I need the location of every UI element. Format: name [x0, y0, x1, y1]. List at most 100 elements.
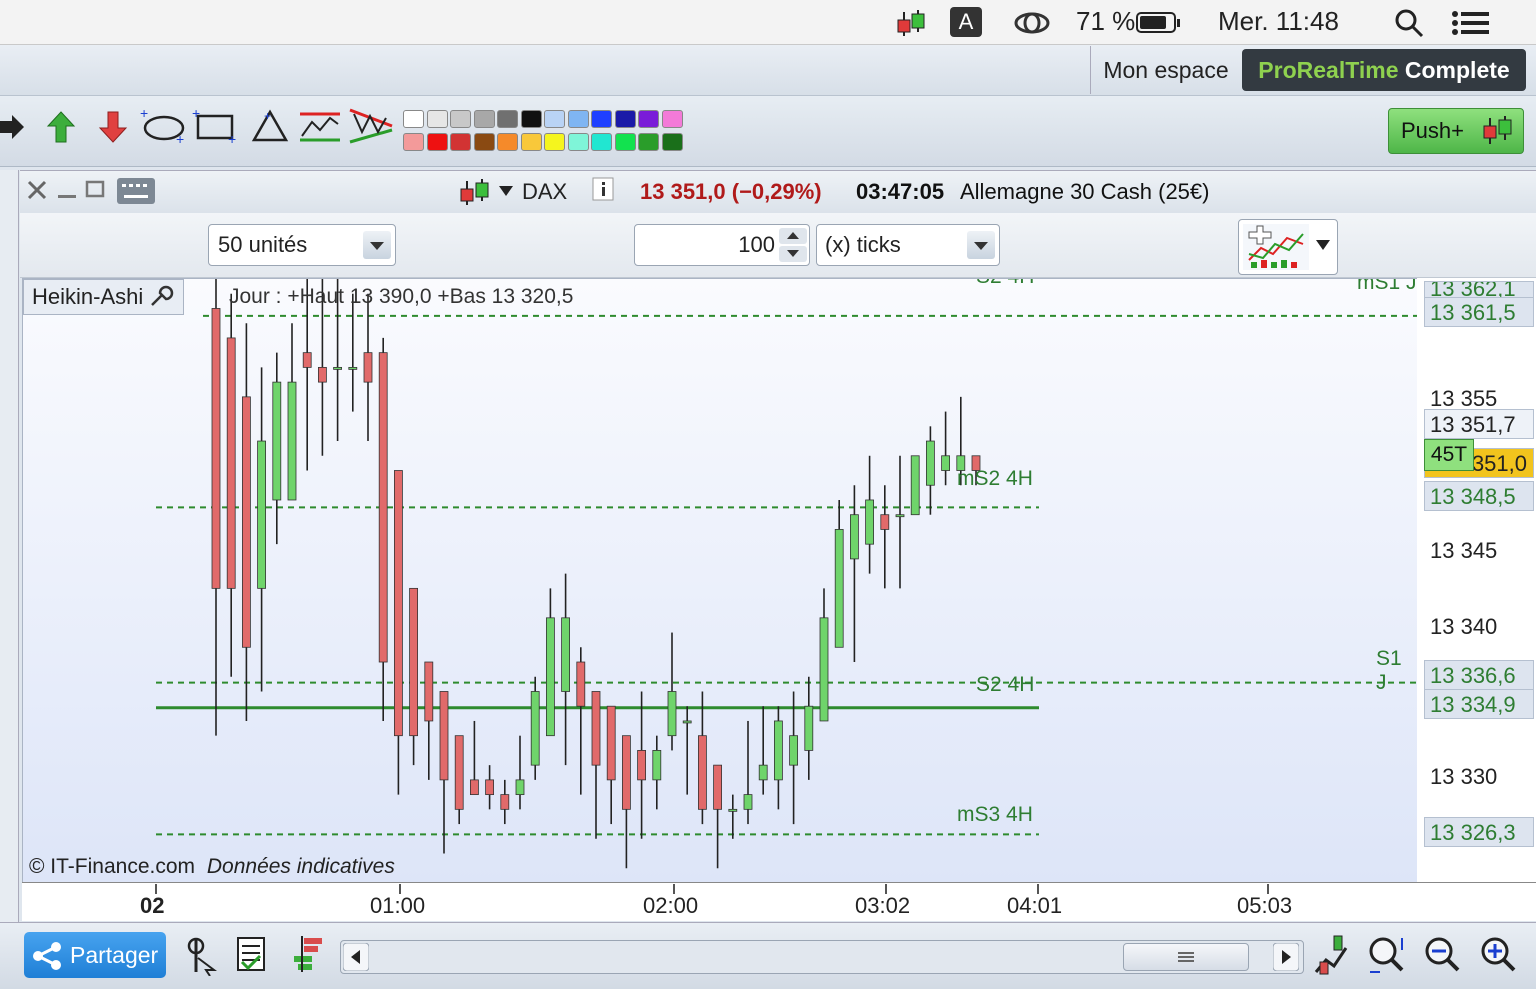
- brand-badge: ProRealTime Complete: [1242, 49, 1526, 91]
- search-icon[interactable]: [1394, 8, 1424, 38]
- orders-list-icon[interactable]: [236, 936, 266, 972]
- drawing-tools-icon[interactable]: [1314, 934, 1348, 976]
- order-book-icon[interactable]: [290, 936, 326, 972]
- price-chart[interactable]: Heikin-Ashi Jour : +Haut 13 390,0 +Bas 1…: [22, 278, 1418, 884]
- arrow-right-icon[interactable]: [0, 112, 26, 142]
- color-swatch[interactable]: [426, 133, 448, 151]
- color-swatch[interactable]: [497, 110, 518, 128]
- channel-tool-icon[interactable]: [298, 108, 342, 146]
- ticks-select[interactable]: (x) ticks: [816, 224, 1000, 266]
- sync-icon[interactable]: [1012, 9, 1052, 37]
- triangle-tool-icon[interactable]: +: [250, 108, 290, 146]
- color-swatch[interactable]: [450, 133, 471, 151]
- color-swatch[interactable]: [473, 133, 495, 151]
- input-source-icon[interactable]: A: [950, 7, 982, 37]
- color-swatch[interactable]: [544, 110, 565, 128]
- candle: [378, 337, 388, 721]
- candle: [895, 455, 905, 589]
- time-tick: 02: [140, 893, 165, 918]
- candle: [804, 676, 814, 780]
- candlestick-plot[interactable]: [23, 279, 1417, 883]
- color-swatch[interactable]: [567, 110, 589, 128]
- color-swatch[interactable]: [591, 110, 612, 128]
- share-label: Partager: [70, 942, 159, 968]
- close-icon[interactable]: [26, 179, 48, 201]
- menu-icon[interactable]: [1452, 10, 1490, 36]
- candle: [941, 411, 950, 486]
- color-swatch[interactable]: [661, 133, 683, 151]
- color-swatch[interactable]: [638, 133, 659, 151]
- maximize-icon[interactable]: [84, 179, 106, 201]
- color-swatch[interactable]: [520, 133, 542, 151]
- svg-text:+: +: [228, 131, 236, 146]
- time-tick: 03:02: [855, 893, 911, 918]
- wrench-icon[interactable]: [149, 284, 175, 308]
- time-axis[interactable]: [22, 882, 1536, 921]
- candle: [606, 705, 616, 825]
- color-swatch[interactable]: [661, 110, 683, 128]
- price-axis[interactable]: [1417, 278, 1536, 882]
- buy-arrow-icon[interactable]: [46, 110, 76, 144]
- menubar-clock[interactable]: Mer. 11:48: [1218, 6, 1339, 37]
- color-swatch[interactable]: [403, 110, 424, 128]
- level-label-s1: S1 J: [1376, 647, 1402, 694]
- candle: [819, 588, 829, 722]
- candle: [667, 632, 677, 751]
- units-select[interactable]: 50 unités: [208, 224, 396, 266]
- candle: [469, 720, 479, 796]
- ellipse-tool-icon[interactable]: ++: [140, 108, 188, 146]
- svg-text:+: +: [140, 108, 148, 121]
- candle: [850, 485, 859, 663]
- color-swatch[interactable]: [450, 110, 471, 128]
- scroll-thumb[interactable]: [1123, 943, 1249, 971]
- color-swatch[interactable]: [614, 110, 636, 128]
- count-stepper[interactable]: 100: [634, 224, 810, 266]
- color-swatch[interactable]: [403, 133, 424, 151]
- horizontal-scrollbar[interactable]: [340, 940, 1304, 974]
- candle: [530, 676, 540, 780]
- sell-arrow-icon[interactable]: [98, 110, 128, 144]
- minimize-icon[interactable]: [56, 179, 78, 201]
- instrument-candle-icon[interactable]: [458, 177, 494, 207]
- candlestick-app-icon[interactable]: [895, 8, 927, 38]
- color-swatch[interactable]: [567, 133, 589, 151]
- ticks-value: (x) ticks: [825, 232, 901, 257]
- chart-style-tag[interactable]: Heikin-Ashi: [23, 279, 185, 315]
- scroll-left-icon[interactable]: [343, 943, 369, 971]
- rectangle-tool-icon[interactable]: ++: [192, 108, 240, 146]
- color-swatch[interactable]: [638, 110, 659, 128]
- color-swatch[interactable]: [614, 133, 636, 151]
- svg-text:+: +: [176, 131, 184, 146]
- fan-tool-icon[interactable]: [348, 106, 394, 146]
- zoom-out-icon[interactable]: [1422, 934, 1462, 976]
- zoom-in-icon[interactable]: [1478, 934, 1518, 976]
- candle: [637, 691, 646, 839]
- scroll-right-icon[interactable]: [1273, 943, 1299, 971]
- stepper-arrows-icon[interactable]: [779, 228, 807, 262]
- color-swatch[interactable]: [544, 133, 565, 151]
- chevron-down-icon[interactable]: [498, 185, 514, 197]
- info-icon[interactable]: [592, 177, 614, 201]
- keyboard-icon[interactable]: [116, 177, 156, 205]
- disclaimer: Données indicatives: [206, 855, 395, 878]
- candle: [241, 323, 251, 721]
- instrument-name[interactable]: DAX: [522, 179, 567, 205]
- candle: [287, 323, 297, 501]
- share-button[interactable]: Partager: [24, 932, 166, 978]
- price-tag-ms3: 13 326,3: [1424, 817, 1534, 847]
- color-swatch[interactable]: [426, 110, 448, 128]
- zoom-fit-icon[interactable]: [1366, 934, 1406, 976]
- indicators-button[interactable]: [1238, 219, 1338, 275]
- price-tag-s1: 13 336,6: [1424, 660, 1534, 690]
- color-swatch[interactable]: [473, 110, 495, 128]
- battery-icon[interactable]: [1136, 12, 1182, 34]
- candle: [743, 720, 753, 825]
- color-swatch[interactable]: [591, 133, 612, 151]
- color-swatch[interactable]: [520, 110, 542, 128]
- brand-name: ProRealTime: [1258, 57, 1399, 83]
- cursor-tool-icon[interactable]: [184, 934, 218, 976]
- candle: [758, 706, 768, 795]
- push-plus-button[interactable]: Push+: [1388, 108, 1524, 154]
- mon-espace-button[interactable]: Mon espace: [1090, 46, 1241, 94]
- color-swatch[interactable]: [497, 133, 518, 151]
